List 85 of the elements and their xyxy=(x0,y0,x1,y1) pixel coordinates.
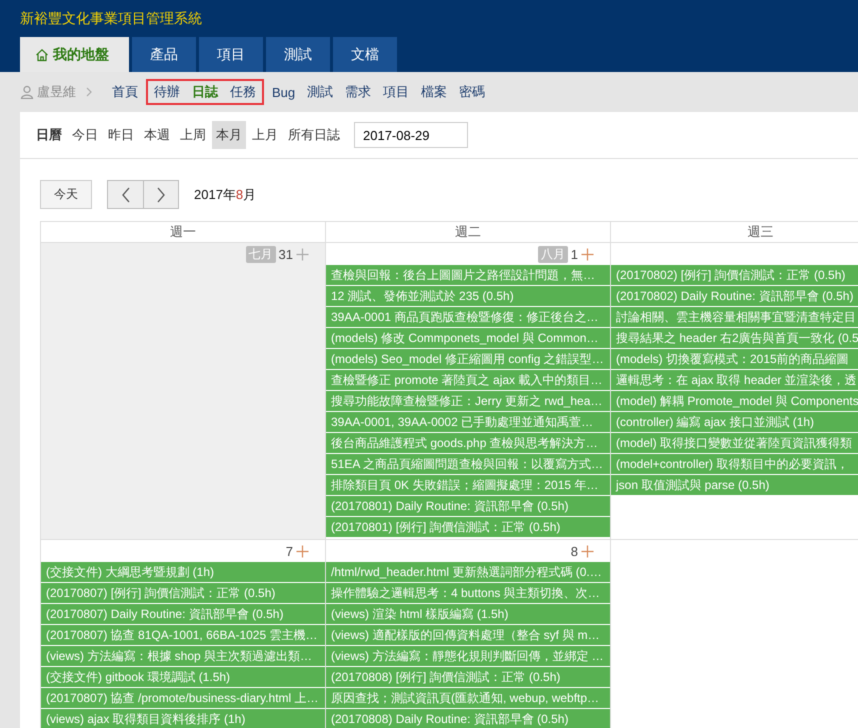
user-name: 盧昱維 xyxy=(37,83,76,101)
calendar-event[interactable]: (20170808) Daily Routine: 資訊部早會 (0.5h) xyxy=(326,709,610,728)
calendar-event[interactable]: 搜尋結果之 header 右2廣告與首頁一致化 (0.5 xyxy=(611,328,858,349)
calendar-event[interactable]: (20170802) Daily Routine: 資訊部早會 (0.5h) xyxy=(611,286,858,307)
filter-link[interactable]: 昨日 xyxy=(104,121,138,149)
calendar-event[interactable]: 查檢與回報：後台上圖圖片之路徑設計問題，無… xyxy=(326,265,610,286)
day-number: 7 xyxy=(286,544,293,558)
calendar-event[interactable]: 12 測試、發佈並測試於 235 (0.5h) xyxy=(326,286,610,307)
filter-link[interactable]: 本月 xyxy=(212,121,246,149)
calendar-event[interactable]: (20170801) Daily Routine: 資訊部早會 (0.5h) xyxy=(326,496,610,517)
user-icon xyxy=(20,85,34,99)
day-number: 1 xyxy=(570,246,578,262)
filter-link[interactable]: 今日 xyxy=(68,121,102,149)
calendar-event[interactable]: 查檢暨修正 promote 著陸頁之 ajax 載入中的類目… xyxy=(326,370,610,391)
chevron-right-icon xyxy=(86,87,92,97)
calendar-event[interactable]: (models) 切換覆寫模式：2015前的商品縮圖 xyxy=(611,349,858,370)
today-button[interactable]: 今天 xyxy=(40,180,92,209)
calendar-event[interactable]: 操作體驗之邏輯思考：4 buttons 與主類切換、次… xyxy=(326,583,610,604)
home-icon xyxy=(35,48,49,62)
calendar-event[interactable]: (交接文件) gitbook 環境調試 (1.5h) xyxy=(41,667,325,688)
calendar-label: 日曆 xyxy=(36,126,62,144)
calendar-event[interactable]: 原因查找；測試資訊頁(匯款通知, webup, webftp… xyxy=(326,688,610,709)
calendar-event[interactable]: json 取值測試與 parse (0.5h) xyxy=(611,475,858,496)
calendar-event[interactable]: (models) Seo_model 修正縮圖用 config 之錯誤型… xyxy=(326,349,610,370)
filter-link[interactable]: 本週 xyxy=(140,121,174,149)
calendar-event[interactable]: (20170807) 協查 81QA-1001, 66BA-1025 雲主機… xyxy=(41,625,325,646)
calendar-event[interactable]: (models) 修改 Commponets_model 與 Common… xyxy=(326,328,610,349)
chevron-left-icon xyxy=(120,186,130,202)
calendar-event[interactable]: 邏輯思考：在 ajax 取得 header 並渲染後，透 xyxy=(611,370,858,391)
calendar-event[interactable]: /html/rwd_header.html 更新熱選詞部分程式碼 (0.… xyxy=(326,562,610,583)
calendar-event[interactable]: (20170807) Daily Routine: 資訊部早會 (0.5h) xyxy=(41,604,325,625)
filter-link[interactable]: 所有日誌 xyxy=(284,121,344,149)
calendar-event[interactable]: 39AA-0001 商品頁跑版查檢暨修復：修正後台之… xyxy=(326,307,610,328)
previous-button[interactable] xyxy=(108,181,143,208)
add-icon[interactable] xyxy=(296,248,309,260)
calendar-event[interactable]: (views) 方法編寫：根據 shop 與主次類過濾出類… xyxy=(41,646,325,667)
calendar-title: 2017年8月 xyxy=(194,186,256,204)
calendar-event[interactable]: (交接文件) 大綱思考暨規劃 (1h) xyxy=(41,562,325,583)
calendar-event[interactable]: 排除類目頁 0K 失敗錯誤；縮圖擬處理：2015 年… xyxy=(326,475,610,496)
nav-tab[interactable]: 測試 xyxy=(266,37,330,72)
next-button[interactable] xyxy=(143,181,178,208)
calendar-event[interactable]: 後台商品維護程式 goods.php 查檢與思考解決方… xyxy=(326,433,610,454)
add-icon[interactable] xyxy=(581,544,594,558)
filter-link[interactable]: 上周 xyxy=(176,121,210,149)
date-field[interactable]: 2017-08-29 xyxy=(354,122,468,148)
subnav-link[interactable]: 首頁 xyxy=(106,83,144,101)
chevron-right-icon xyxy=(156,186,166,202)
calendar-event[interactable]: (model) 解耦 Promote_model 與 Components xyxy=(611,391,858,412)
subnav-link[interactable]: 待辦 xyxy=(148,83,186,101)
add-icon[interactable] xyxy=(581,248,594,260)
calendar-event[interactable]: 搜尋功能故障查檢暨修正：Jerry 更新之 rwd_hea… xyxy=(326,391,610,412)
subnav-link[interactable]: Bug xyxy=(266,84,302,100)
calendar-event[interactable]: (model+controller) 取得類目中的必要資訊， xyxy=(611,454,858,475)
calendar-event[interactable]: (views) 方法編寫：靜態化規則判斷回傳，並綁定 … xyxy=(326,646,610,667)
calendar-event[interactable]: (20170802) [例行] 詢價信測試：正常 (0.5h) xyxy=(611,265,858,286)
calendar-event[interactable]: 討論相關、雲主機容量相關事宜暨清查特定目 xyxy=(611,307,858,328)
subnav-link[interactable]: 需求 xyxy=(339,83,378,101)
calendar-event[interactable]: 39AA-0001, 39AA-0002 已手動處理並通知禹萱… xyxy=(326,412,610,433)
nav-tab[interactable]: 文檔 xyxy=(333,37,397,72)
nav-tab[interactable]: 我的地盤 xyxy=(20,37,129,72)
subnav-link[interactable]: 日誌 xyxy=(186,83,224,101)
calendar-event[interactable]: (20170808) [例行] 詢價信測試：正常 (0.5h) xyxy=(326,667,610,688)
subnav-link[interactable]: 測試 xyxy=(301,83,340,101)
add-icon[interactable] xyxy=(296,544,309,558)
month-badge: 七月 xyxy=(246,246,276,262)
calendar-event[interactable]: (20170807) [例行] 詢價信測試：正常 (0.5h) xyxy=(41,583,325,604)
subnav-link[interactable]: 任務 xyxy=(224,83,262,101)
calendar-event[interactable]: (20170801) [例行] 詢價信測試：正常 (0.5h) xyxy=(326,517,610,538)
nav-tab[interactable]: 產品 xyxy=(132,37,196,72)
nav-tab[interactable]: 項目 xyxy=(199,37,263,72)
subnav-link[interactable]: 密碼 xyxy=(453,83,492,101)
calendar-event[interactable]: (views) ajax 取得類目資料後排序 (1h) xyxy=(41,709,325,728)
subnav-link[interactable]: 項目 xyxy=(377,83,416,101)
app-title: 新裕豐文化事業項目管理系統 xyxy=(19,9,203,27)
day-number: 31 xyxy=(278,246,293,262)
calendar-event[interactable]: (model) 取得接口變數並從著陸頁資訊獲得類 xyxy=(611,433,858,454)
calendar-event[interactable]: (views) 渲染 html 樣版編寫 (1.5h) xyxy=(326,604,610,625)
calendar-event[interactable]: (views) 適配樣版的回傳資料處理（整合 syf 與 m… xyxy=(326,625,610,646)
month-badge: 八月 xyxy=(538,246,568,262)
calendar-event[interactable]: (20170807) 協查 /promote/business-diary.html 上… xyxy=(41,688,325,709)
day-number: 8 xyxy=(570,544,578,558)
subnav-link[interactable]: 檔案 xyxy=(415,83,454,101)
calendar-event[interactable]: (controller) 編寫 ajax 接口並測試 (1h) xyxy=(611,412,858,433)
calendar-event[interactable]: 51EA 之商品頁縮圖問題查檢與回報：以覆寫方式… xyxy=(326,454,610,475)
filter-link[interactable]: 上月 xyxy=(248,121,282,149)
